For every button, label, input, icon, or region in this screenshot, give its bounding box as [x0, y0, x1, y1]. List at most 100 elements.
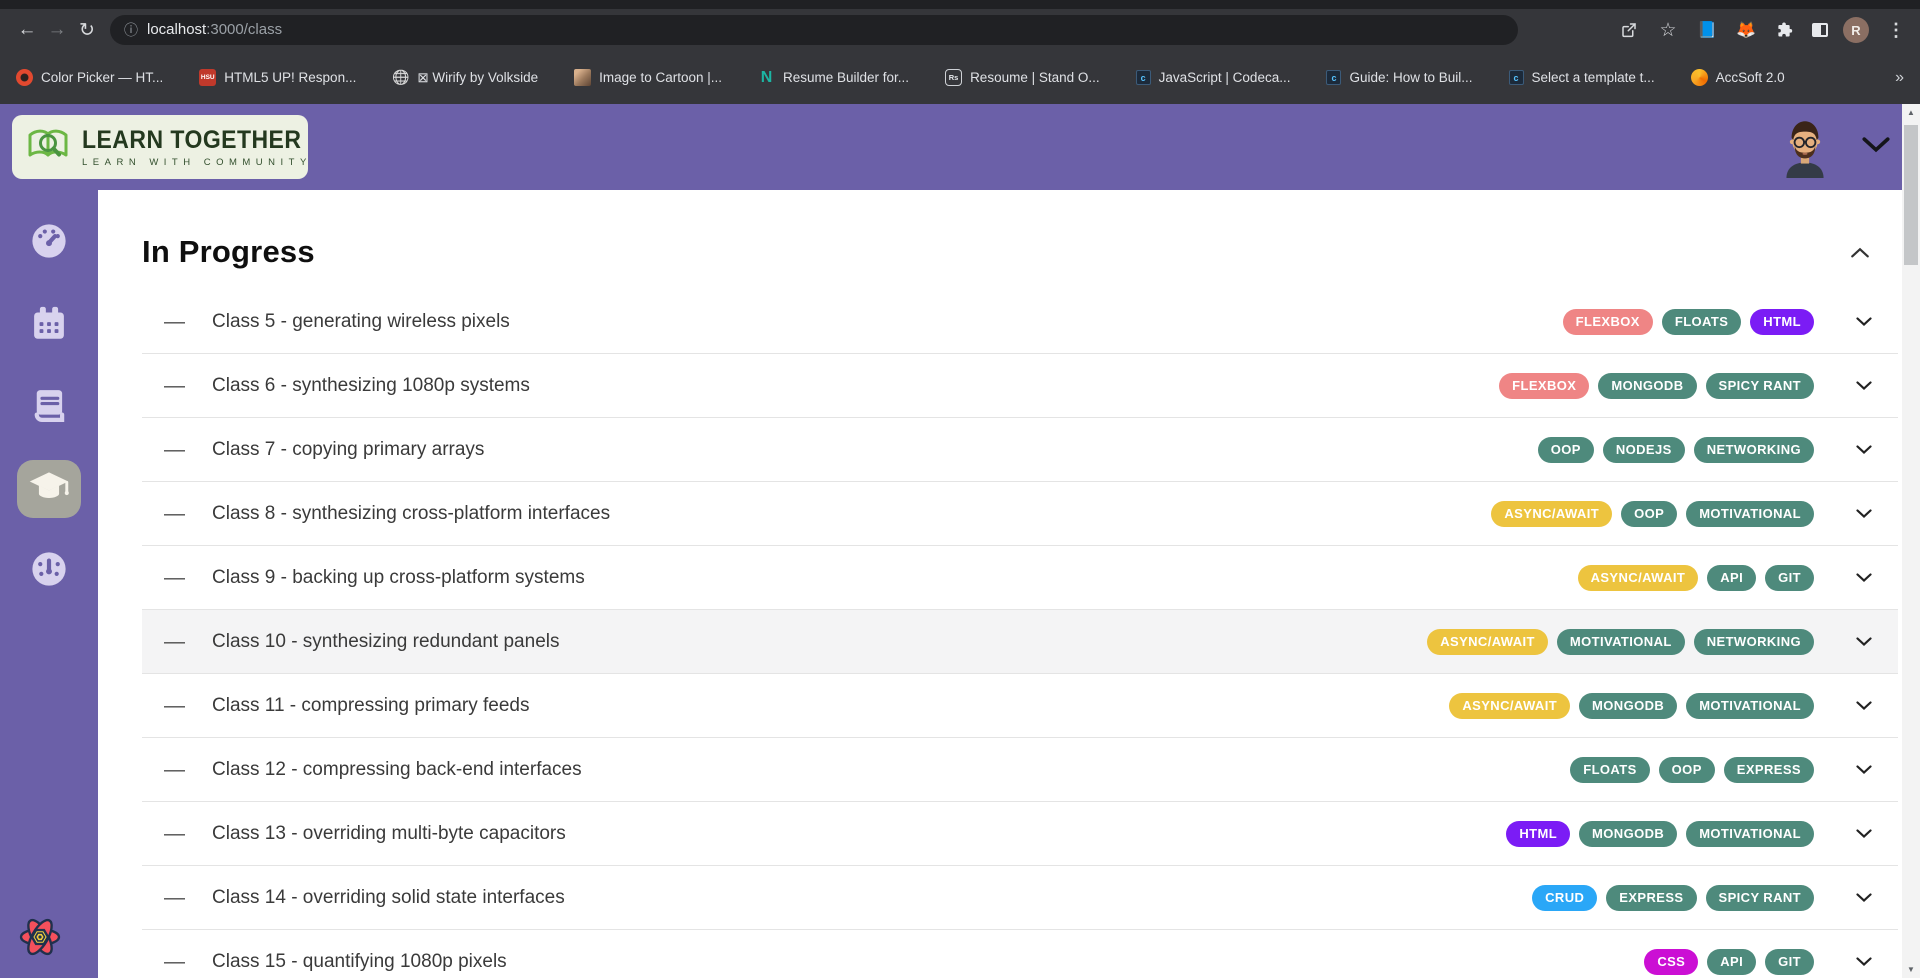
- codecademy-favicon-icon: c: [1135, 70, 1151, 85]
- sidebar-item-classes[interactable]: [17, 460, 81, 518]
- sidebar-item-gauge[interactable]: [17, 214, 81, 272]
- row-chevron-down-icon[interactable]: [1856, 637, 1872, 646]
- tag-list: CSS API GIT: [1644, 948, 1814, 975]
- tag-badge: MOTIVATIONAL: [1556, 628, 1685, 655]
- menu-kebab-icon[interactable]: ⋮: [1884, 18, 1908, 42]
- tag-badge: NETWORKING: [1693, 628, 1814, 655]
- gauge-icon: [28, 220, 70, 267]
- user-avatar[interactable]: [1772, 112, 1838, 183]
- bookmark-item[interactable]: Color Picker — HT...: [16, 69, 163, 86]
- class-row[interactable]: — Class 10 - synthesizing redundant panel…: [142, 610, 1898, 674]
- tag-badge: CSS: [1644, 948, 1699, 975]
- sidebar-item-book[interactable]: [17, 378, 81, 436]
- url-host: localhost: [147, 21, 207, 38]
- bookmark-label: Color Picker — HT...: [41, 70, 164, 85]
- bookmark-star-icon[interactable]: ☆: [1656, 18, 1680, 42]
- class-row[interactable]: — Class 11 - compressing primary feeds ASY…: [142, 674, 1898, 738]
- profile-chevron-down-icon[interactable]: [1862, 136, 1890, 158]
- row-chevron-down-icon[interactable]: [1856, 509, 1872, 518]
- tag-badge: FLEXBOX: [1562, 308, 1653, 335]
- back-icon[interactable]: ←: [12, 19, 42, 41]
- scroll-down-icon[interactable]: ▼: [1902, 961, 1920, 978]
- bookmark-item[interactable]: c Guide: How to Buil...: [1326, 70, 1473, 85]
- book-icon: [28, 384, 70, 431]
- bookmarks-overflow-icon[interactable]: »: [1895, 69, 1904, 87]
- bookmark-label: Image to Cartoon |...: [599, 70, 722, 85]
- tag-badge: OOP: [1658, 756, 1715, 783]
- dictionary-extension-icon[interactable]: 📘: [1695, 18, 1719, 42]
- bookmark-item[interactable]: N Resume Builder for...: [758, 69, 909, 86]
- row-chevron-down-icon[interactable]: [1856, 381, 1872, 390]
- browser-profile-avatar[interactable]: R: [1843, 17, 1869, 43]
- tag-list: ASYNC/AWAIT MOTIVATIONAL NETWORKING: [1427, 628, 1814, 655]
- bookmark-item[interactable]: c JavaScript | Codeca...: [1135, 70, 1290, 85]
- tag-badge: MONGODB: [1579, 692, 1678, 719]
- scroll-up-icon[interactable]: ▲: [1902, 104, 1920, 121]
- tag-badge: ASYNC/AWAIT: [1577, 564, 1699, 591]
- resoume-favicon-icon: Rs: [945, 69, 963, 86]
- row-chevron-down-icon[interactable]: [1856, 317, 1872, 326]
- sidebar-item-calendar[interactable]: [17, 296, 81, 354]
- bookmark-item[interactable]: HSU HTML5 UP! Respon...: [199, 69, 356, 86]
- bookmark-item[interactable]: 🌐 ⊠ Wirify by Volkside: [392, 69, 538, 86]
- tag-badge: CRUD: [1532, 884, 1598, 911]
- bookmark-item[interactable]: AccSoft 2.0: [1690, 69, 1785, 86]
- class-row[interactable]: — Class 7 - copying primary arrays OOP NODE…: [142, 418, 1898, 482]
- row-chevron-down-icon[interactable]: [1856, 957, 1872, 966]
- app-logo[interactable]: LEARN TOGETHER LEARN WITH COMMUNITY: [12, 115, 308, 179]
- class-row[interactable]: — Class 14 - overriding solid state inter…: [142, 866, 1898, 930]
- scrollbar-thumb[interactable]: [1904, 125, 1918, 265]
- class-row[interactable]: — Class 12 - compressing back-end interfa…: [142, 738, 1898, 802]
- browser-chrome: ← → ↻ ⓘ localhost:3000/class ☆ 📘 🦊 R ⋮ C…: [0, 0, 1920, 104]
- row-chevron-down-icon[interactable]: [1856, 573, 1872, 582]
- side-panel-icon[interactable]: [1812, 23, 1828, 37]
- bookmark-item[interactable]: Image to Cartoon |...: [574, 69, 722, 86]
- tag-badge: MOTIVATIONAL: [1686, 692, 1814, 719]
- logo-subtitle: LEARN WITH COMMUNITY: [82, 157, 312, 168]
- metamask-fox-icon[interactable]: 🦊: [1734, 18, 1758, 42]
- react-flower-icon: [12, 909, 68, 970]
- hsu-favicon-icon: HSU: [199, 69, 217, 86]
- row-chevron-down-icon[interactable]: [1856, 765, 1872, 774]
- tag-list: ASYNC/AWAIT MONGODB MOTIVATIONAL: [1449, 692, 1814, 719]
- calendar-icon: [28, 302, 70, 349]
- browser-toolbar: ← → ↻ ⓘ localhost:3000/class ☆ 📘 🦊 R ⋮: [0, 9, 1920, 51]
- bookmark-item[interactable]: c Select a template t...: [1508, 70, 1655, 85]
- reload-icon[interactable]: ↻: [72, 19, 102, 42]
- class-title: Class 10 - synthesizing redundant panels: [212, 630, 560, 652]
- address-bar[interactable]: ⓘ localhost:3000/class: [110, 15, 1518, 45]
- tag-badge: ASYNC/AWAIT: [1449, 692, 1571, 719]
- share-icon[interactable]: [1617, 18, 1641, 42]
- dash-icon: —: [164, 437, 185, 461]
- dash-icon: —: [164, 373, 185, 397]
- dash-icon: —: [164, 693, 185, 717]
- extensions-puzzle-icon[interactable]: [1773, 18, 1797, 42]
- forward-icon[interactable]: →: [42, 19, 72, 41]
- url-path: :3000/class: [206, 21, 283, 38]
- section-collapse-chevron-up-icon[interactable]: [1850, 247, 1870, 258]
- bookmark-label: AccSoft 2.0: [1715, 70, 1785, 85]
- codecademy-favicon-icon: c: [1508, 70, 1524, 85]
- class-row[interactable]: — Class 15 - quantifying 1080p pixels CSS A…: [142, 930, 1898, 978]
- class-row[interactable]: — Class 5 - generating wireless pixels FLE…: [142, 290, 1898, 354]
- row-chevron-down-icon[interactable]: [1856, 893, 1872, 902]
- bookmark-label: Guide: How to Buil...: [1349, 70, 1473, 85]
- class-row[interactable]: — Class 6 - synthesizing 1080p systems FLE…: [142, 354, 1898, 418]
- class-row[interactable]: — Class 9 - backing up cross-platform sys…: [142, 546, 1898, 610]
- row-chevron-down-icon[interactable]: [1856, 701, 1872, 710]
- class-title: Class 15 - quantifying 1080p pixels: [212, 950, 507, 972]
- class-row[interactable]: — Class 8 - synthesizing cross-platform i…: [142, 482, 1898, 546]
- dash-icon: —: [164, 629, 185, 653]
- row-chevron-down-icon[interactable]: [1856, 445, 1872, 454]
- tag-badge: ASYNC/AWAIT: [1491, 500, 1613, 527]
- sidebar-item-meter[interactable]: [17, 542, 81, 600]
- class-title: Class 14 - overriding solid state interf…: [212, 886, 565, 908]
- dash-icon: —: [164, 565, 185, 589]
- page-scrollbar[interactable]: ▲ ▼: [1902, 104, 1920, 978]
- row-chevron-down-icon[interactable]: [1856, 829, 1872, 838]
- dash-icon: —: [164, 501, 185, 525]
- bookmark-item[interactable]: Rs Resoume | Stand O...: [945, 69, 1100, 86]
- class-title: Class 8 - synthesizing cross-platform in…: [212, 502, 611, 524]
- site-info-icon[interactable]: ⓘ: [124, 20, 138, 40]
- class-row[interactable]: — Class 13 - overriding multi-byte capaci…: [142, 802, 1898, 866]
